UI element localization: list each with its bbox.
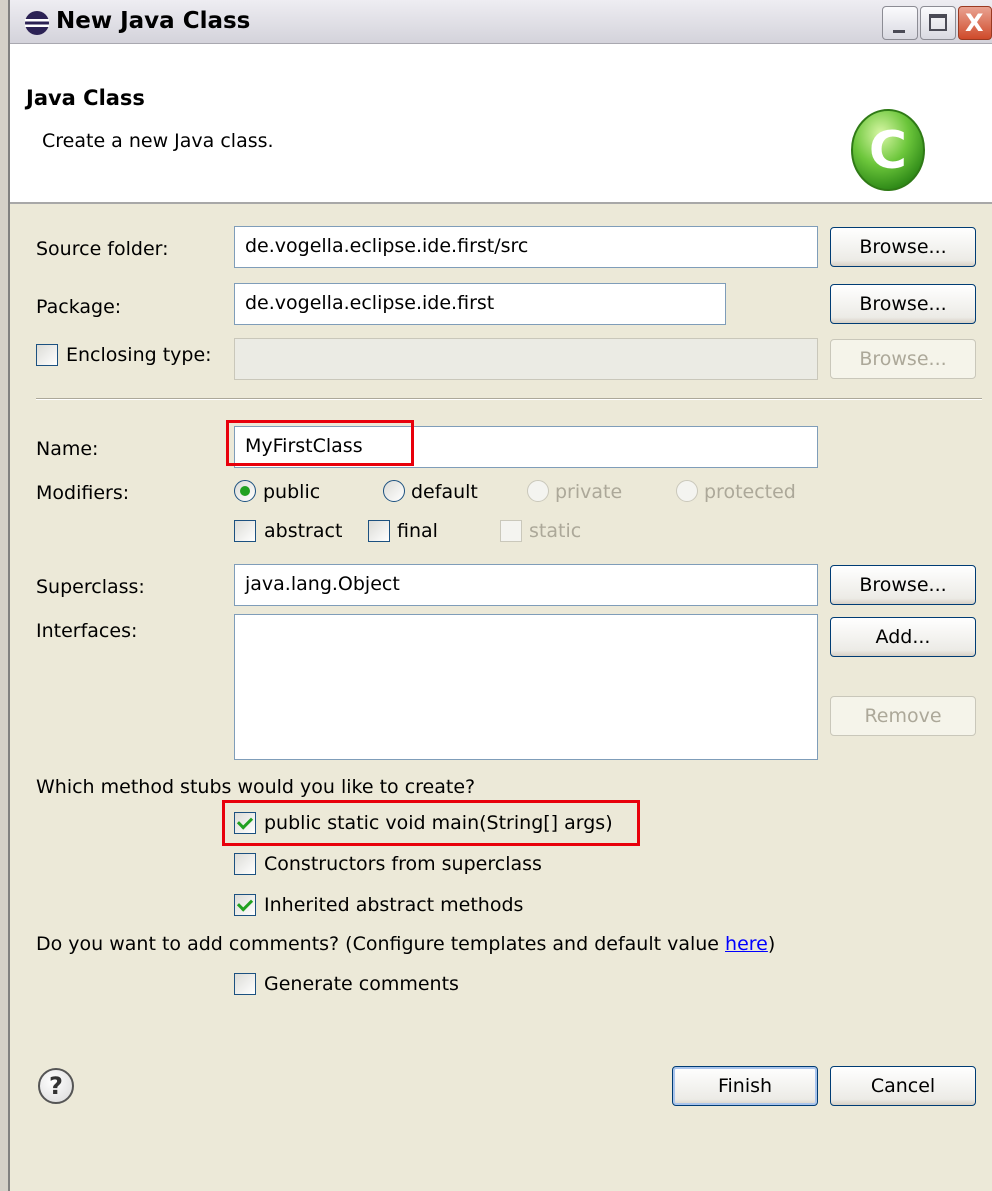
modifier-public-label: public — [263, 481, 321, 503]
modifier-protected-label: protected — [704, 481, 796, 503]
constructors-label: Constructors from superclass — [264, 853, 542, 875]
interfaces-label: Interfaces: — [36, 620, 138, 642]
modifier-public-radio[interactable] — [234, 480, 256, 502]
help-icon[interactable]: ? — [38, 1068, 74, 1104]
inherited-methods-label: Inherited abstract methods — [264, 894, 524, 916]
modifier-default-radio[interactable] — [383, 480, 405, 502]
package-label: Package: — [36, 296, 122, 318]
maximize-button[interactable] — [920, 6, 956, 40]
cancel-button[interactable]: Cancel — [830, 1066, 976, 1106]
static-label: static — [529, 520, 582, 542]
svg-text:C: C — [869, 121, 907, 181]
abstract-label: abstract — [264, 520, 343, 542]
enclosing-type-label: Enclosing type: — [66, 344, 212, 366]
enclosing-type-browse-button: Browse... — [830, 339, 976, 379]
inherited-methods-checkbox[interactable] — [234, 894, 256, 916]
constructors-checkbox[interactable] — [234, 853, 256, 875]
abstract-checkbox[interactable] — [234, 520, 256, 542]
new-java-class-dialog: New Java Class X Java Class Create a new… — [0, 0, 992, 1191]
comments-question: Do you want to add comments? (Configure … — [36, 933, 775, 955]
modifier-private-label: private — [555, 481, 623, 503]
superclass-browse-button[interactable]: Browse... — [830, 565, 976, 605]
source-folder-label: Source folder: — [36, 238, 169, 260]
final-label: final — [397, 520, 438, 542]
separator — [36, 398, 982, 400]
eclipse-icon — [25, 11, 49, 35]
enclosing-type-input — [234, 338, 818, 380]
superclass-label: Superclass: — [36, 576, 145, 598]
modifier-protected-radio — [676, 480, 698, 502]
close-button[interactable]: X — [958, 6, 992, 40]
title-bar[interactable]: New Java Class X — [10, 0, 992, 44]
name-highlight-box — [226, 420, 414, 466]
close-icon: X — [965, 9, 984, 37]
generate-comments-checkbox[interactable] — [234, 973, 256, 995]
package-browse-button[interactable]: Browse... — [830, 284, 976, 324]
minimize-icon — [893, 30, 905, 33]
source-folder-browse-button[interactable]: Browse... — [830, 227, 976, 267]
comments-question-suffix: ) — [767, 933, 776, 955]
enclosing-type-checkbox[interactable] — [36, 344, 58, 366]
final-checkbox[interactable] — [368, 520, 390, 542]
finish-button[interactable]: Finish — [672, 1066, 818, 1106]
superclass-input[interactable]: java.lang.Object — [234, 564, 818, 606]
wizard-header: Java Class Create a new Java class. C — [10, 44, 992, 204]
package-input[interactable]: de.vogella.eclipse.ide.first — [234, 283, 726, 325]
window-title: New Java Class — [56, 8, 251, 34]
window-left-edge — [0, 0, 10, 1191]
modifiers-label: Modifiers: — [36, 482, 130, 504]
minimize-button[interactable] — [882, 6, 918, 40]
add-interface-button[interactable]: Add... — [830, 617, 976, 657]
wizard-title: Java Class — [26, 86, 145, 110]
generate-comments-label: Generate comments — [264, 973, 459, 995]
modifier-private-radio — [527, 480, 549, 502]
modifier-default-label: default — [411, 481, 478, 503]
maximize-icon — [929, 14, 947, 31]
name-label: Name: — [36, 438, 99, 460]
comments-question-text: Do you want to add comments? (Configure … — [36, 933, 726, 955]
main-method-highlight-box — [222, 800, 640, 846]
source-folder-input[interactable]: de.vogella.eclipse.ide.first/src — [234, 226, 818, 268]
remove-interface-button: Remove — [830, 696, 976, 736]
interfaces-list[interactable] — [234, 614, 818, 760]
static-checkbox — [500, 520, 522, 542]
wizard-description: Create a new Java class. — [42, 130, 274, 152]
method-stubs-question: Which method stubs would you like to cre… — [36, 776, 476, 798]
configure-templates-link[interactable]: here — [725, 933, 768, 955]
java-class-c-icon: C — [851, 109, 925, 191]
